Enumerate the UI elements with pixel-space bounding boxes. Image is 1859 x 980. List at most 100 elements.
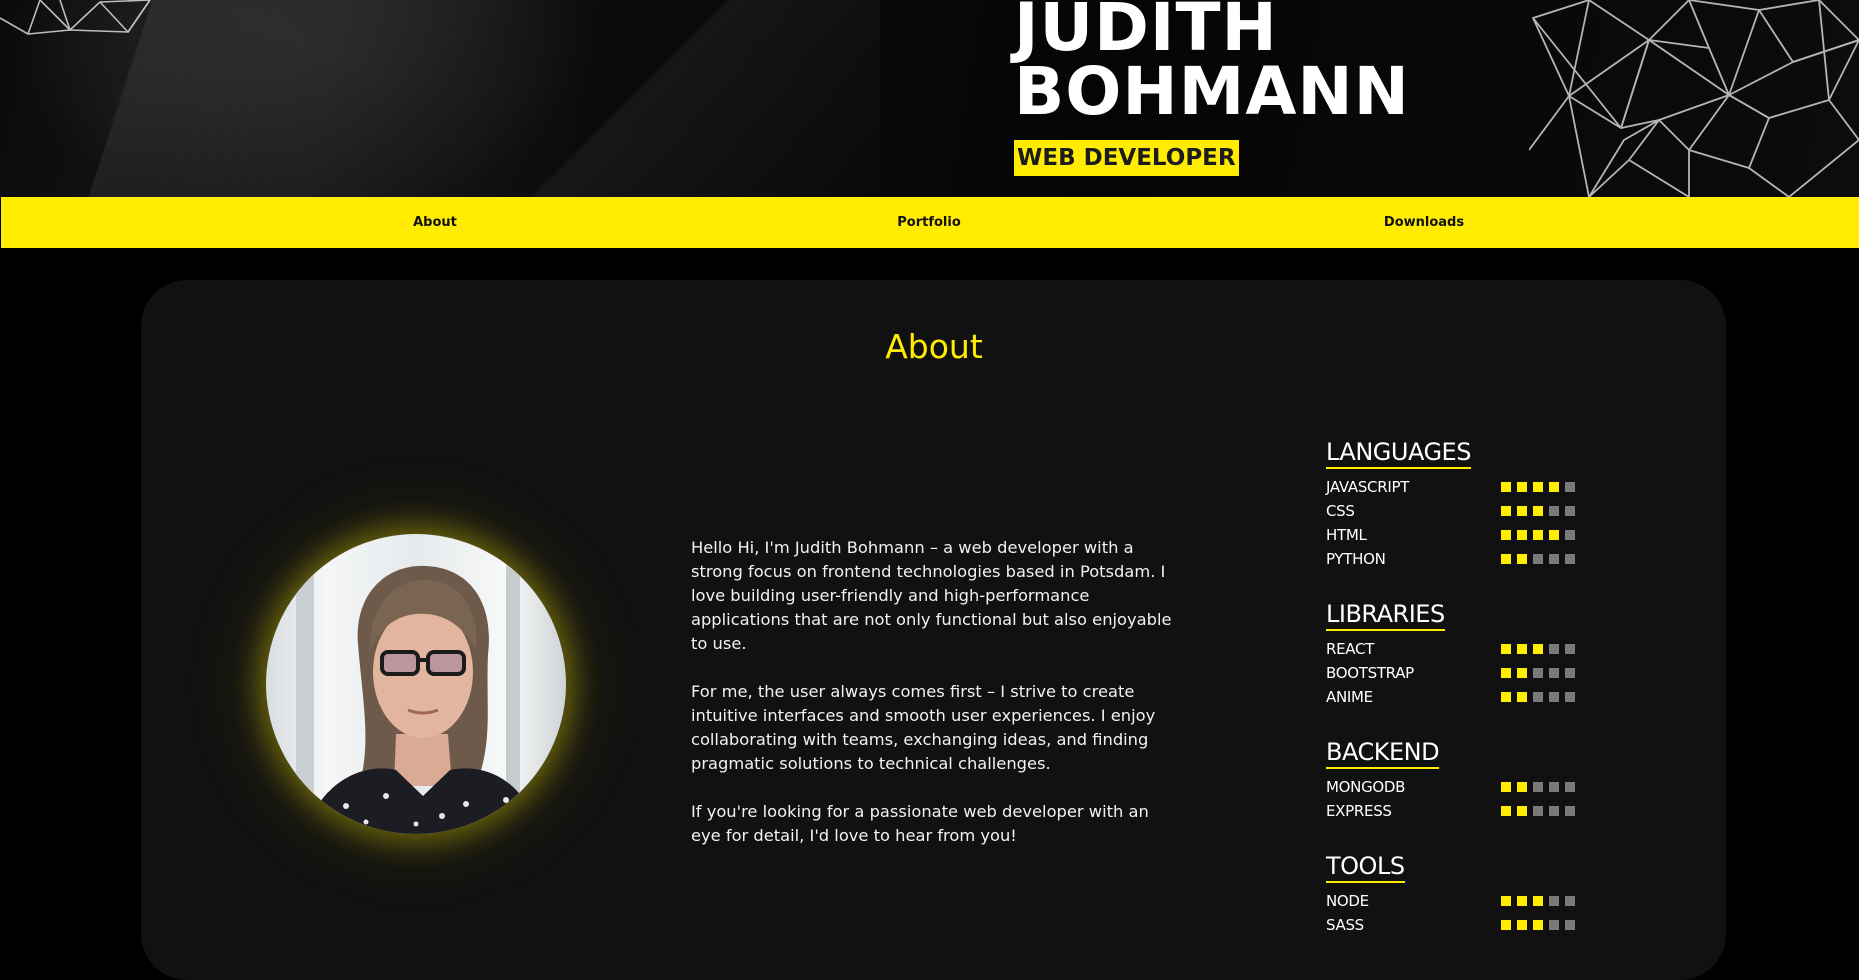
skill-name: SASS <box>1326 916 1364 934</box>
skill-level-dot-empty <box>1565 668 1575 678</box>
skill-level-dot-filled <box>1533 530 1543 540</box>
skill-level-dot-filled <box>1549 530 1559 540</box>
skill-level-dot-filled <box>1501 920 1511 930</box>
geometric-wireframe-left <box>0 0 151 35</box>
skill-level-dot-filled <box>1517 644 1527 654</box>
skill-level-dot-empty <box>1549 554 1559 564</box>
skill-name: PYTHON <box>1326 550 1386 568</box>
skill-level-meter <box>1501 896 1575 907</box>
skill-level-dot-empty <box>1549 506 1559 516</box>
nav-link-portfolio[interactable]: Portfolio <box>897 197 961 248</box>
skill-name: MONGODB <box>1326 778 1406 796</box>
skill-level-meter <box>1501 920 1575 931</box>
skill-level-dot-filled <box>1517 530 1527 540</box>
skill-level-dot-empty <box>1549 668 1559 678</box>
skill-level-dot-empty <box>1565 554 1575 564</box>
skill-level-dot-filled <box>1501 782 1511 792</box>
skill-level-dot-filled <box>1517 920 1527 930</box>
skill-level-dot-filled <box>1501 482 1511 492</box>
skill-level-dot-empty <box>1565 896 1575 906</box>
name-first: JUDITH <box>1014 0 1278 66</box>
nav-link-about[interactable]: About <box>413 197 457 248</box>
skill-level-dot-empty <box>1533 554 1543 564</box>
skill-name: BOOTSTRAP <box>1326 664 1414 682</box>
bio-paragraph: For me, the user always comes first – I … <box>691 682 1156 773</box>
skill-level-dot-filled <box>1517 782 1527 792</box>
skill-level-dot-empty <box>1533 782 1543 792</box>
skill-level-dot-empty <box>1565 530 1575 540</box>
skill-level-dot-filled <box>1517 806 1527 816</box>
skill-name: ANIME <box>1326 688 1373 706</box>
skill-level-dot-empty <box>1565 506 1575 516</box>
skill-level-dot-filled <box>1533 506 1543 516</box>
skill-level-dot-filled <box>1501 530 1511 540</box>
skill-level-dot-filled <box>1533 920 1543 930</box>
skill-name: JAVASCRIPT <box>1326 478 1410 496</box>
main-nav: About Portfolio Downloads <box>1 197 1859 248</box>
hero-background-fold <box>500 0 880 197</box>
skill-level-dot-empty <box>1565 692 1575 702</box>
skill-level-dot-filled <box>1533 482 1543 492</box>
skill-level-dot-filled <box>1501 668 1511 678</box>
skill-level-dot-filled <box>1517 554 1527 564</box>
skill-group-languages: LANGUAGES JAVASCRIPT CSS HTML PYTHON <box>1326 437 1586 571</box>
bio-paragraph: If you're looking for a passionate web d… <box>691 802 1149 845</box>
skill-level-dot-empty <box>1533 692 1543 702</box>
skill-name: EXPRESS <box>1326 802 1392 820</box>
skill-name: REACT <box>1326 640 1375 658</box>
skill-group-tools: TOOLS NODE SASS <box>1326 851 1586 937</box>
skill-level-dot-filled <box>1517 896 1527 906</box>
skill-row: SASS <box>1326 913 1586 937</box>
skill-group-title: LIBRARIES <box>1326 599 1445 631</box>
profile-photo <box>266 534 566 834</box>
skill-row: EXPRESS <box>1326 799 1586 823</box>
skill-level-dot-filled <box>1533 896 1543 906</box>
skill-name: HTML <box>1326 526 1367 544</box>
skill-level-dot-empty <box>1549 692 1559 702</box>
skill-level-dot-empty <box>1533 668 1543 678</box>
skill-level-meter <box>1501 806 1575 817</box>
skill-level-dot-filled <box>1549 482 1559 492</box>
skill-row: MONGODB <box>1326 775 1586 799</box>
skill-level-dot-filled <box>1501 554 1511 564</box>
skill-level-dot-filled <box>1501 506 1511 516</box>
skill-level-meter <box>1501 530 1575 541</box>
skill-level-dot-filled <box>1501 644 1511 654</box>
skill-level-dot-empty <box>1549 806 1559 816</box>
bio-paragraph: Hello Hi, I'm Judith Bohmann – a web dev… <box>691 538 1172 653</box>
skill-group-title: LANGUAGES <box>1326 437 1471 469</box>
skill-row: CSS <box>1326 499 1586 523</box>
nav-link-downloads[interactable]: Downloads <box>1384 197 1464 248</box>
role-badge: WEB DEVELOPER <box>1014 140 1239 176</box>
skill-level-dot-empty <box>1565 644 1575 654</box>
skill-level-dot-empty <box>1549 644 1559 654</box>
site-owner-name: JUDITH BOHMANN <box>1014 0 1410 130</box>
skill-level-meter <box>1501 692 1575 703</box>
skill-level-meter <box>1501 506 1575 517</box>
skill-group-backend: BACKEND MONGODB EXPRESS <box>1326 737 1586 823</box>
name-last: BOHMANN <box>1014 53 1410 130</box>
skill-level-dot-empty <box>1549 896 1559 906</box>
skill-level-dot-filled <box>1517 506 1527 516</box>
geometric-wireframe-right <box>1529 0 1859 197</box>
skill-level-dot-filled <box>1501 896 1511 906</box>
skill-row: JAVASCRIPT <box>1326 475 1586 499</box>
skill-row: BOOTSTRAP <box>1326 661 1586 685</box>
skills-panel: LANGUAGES JAVASCRIPT CSS HTML PYTHON LIBRARIE… <box>1326 437 1586 965</box>
skill-level-meter <box>1501 668 1575 679</box>
skill-level-dot-filled <box>1533 644 1543 654</box>
skill-row: PYTHON <box>1326 547 1586 571</box>
skill-level-dot-empty <box>1565 806 1575 816</box>
skill-level-dot-empty <box>1565 482 1575 492</box>
skill-row: HTML <box>1326 523 1586 547</box>
skill-level-dot-filled <box>1501 692 1511 702</box>
skill-level-meter <box>1501 782 1575 793</box>
profile-photo-illustration <box>296 534 538 834</box>
skill-row: REACT <box>1326 637 1586 661</box>
skill-level-dot-filled <box>1517 482 1527 492</box>
skill-level-dot-filled <box>1517 692 1527 702</box>
skill-level-meter <box>1501 644 1575 655</box>
skill-group-libraries: LIBRARIES REACT BOOTSTRAP ANIME <box>1326 599 1586 709</box>
skill-level-meter <box>1501 482 1575 493</box>
skill-level-dot-empty <box>1549 920 1559 930</box>
